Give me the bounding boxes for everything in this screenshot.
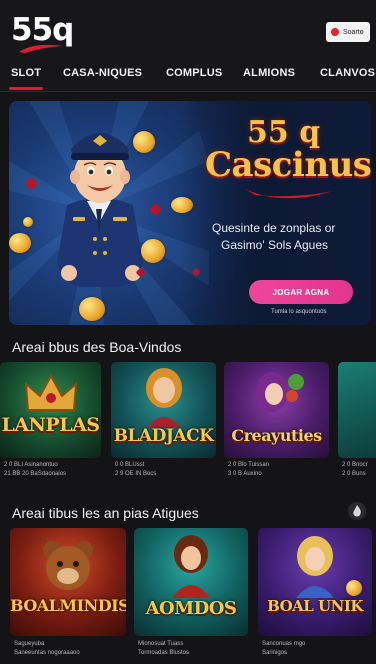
nav-item-casa-niques[interactable]: CASA-NIQUES	[63, 67, 142, 79]
bear-icon	[43, 541, 93, 590]
game-caption: 2 0 Bnocr	[342, 462, 368, 468]
game-caption: 2 0 Buns	[342, 471, 366, 477]
language-label: Soarto	[343, 28, 364, 36]
character-icon	[172, 535, 210, 598]
hero-subtitle-line2: Gasimo' Sols Agues	[221, 238, 329, 252]
game-card[interactable]: BOAL UNIK	[258, 528, 372, 636]
game-art	[338, 362, 376, 458]
nav-item-almions[interactable]: ALMIONS	[243, 67, 295, 79]
game-card[interactable]: LANPLAS	[0, 362, 101, 458]
hero-title-main: Cascinus	[205, 145, 371, 185]
game-title: LANPLAS	[1, 414, 100, 436]
language-selector[interactable]: Soarto	[326, 22, 370, 42]
coin-icon	[171, 197, 193, 213]
hero-swoosh-icon	[245, 189, 333, 199]
crown-icon	[24, 373, 78, 411]
coin-icon	[9, 233, 31, 253]
coin-icon	[23, 217, 33, 227]
game-caption: 2 0 Blo Tuissan	[228, 462, 270, 468]
category-nav: SLOT CASA-NIQUES COMPLUS ALMIONS CLANVOS	[0, 60, 376, 92]
game-caption: Sanconuas mgo	[262, 641, 306, 647]
hero-subtitle-line1: Quesinte de zonplas or	[212, 221, 336, 235]
logo-swoosh-icon	[19, 44, 63, 53]
brand-logo[interactable]: 55q	[11, 12, 74, 54]
coin-icon	[133, 131, 155, 153]
game-caption: 21 BB 20 BaSdaonaios	[4, 471, 67, 477]
game-card[interactable]: BOALMINDIS	[10, 528, 126, 636]
header: 55q Soarto	[0, 0, 376, 60]
game-title: BLADJACK	[113, 426, 214, 446]
section-title-classics: Areai tibus les an pias Atigues	[12, 505, 199, 521]
game-title: Creayuties	[231, 426, 322, 445]
game-caption: 2 0 BLI Asinanontuo	[4, 462, 58, 468]
game-caption: Sarinigos	[262, 650, 288, 656]
coin-icon	[346, 580, 362, 596]
game-caption: Mionosuat Tuass	[138, 641, 184, 647]
coin-icon	[141, 239, 165, 263]
game-card[interactable]: AOMDOS	[134, 528, 248, 636]
game-caption: 0 0 BLUsst	[115, 462, 145, 468]
coin-icon	[79, 297, 105, 321]
game-title: BOAL UNIK	[267, 597, 363, 615]
hero-banner[interactable]: 55 q Cascinus Quesinte de zonplas or Gas…	[9, 101, 371, 325]
game-caption: 2 9 OE IN Bocs	[115, 471, 157, 477]
cta-note: Tumla lo asquontuos	[271, 309, 327, 315]
flame-shape	[353, 505, 361, 517]
nav-item-complus[interactable]: COMPLUS	[166, 67, 222, 79]
section-title-welcome: Areai bbus des Boa-Vindos	[12, 339, 182, 355]
flag-icon	[331, 28, 339, 36]
nav-item-clanvos[interactable]: CLANVOS	[320, 67, 375, 79]
game-caption: Tormoadas Blustos	[138, 650, 190, 656]
fire-icon[interactable]	[348, 502, 366, 520]
character-icon	[296, 536, 334, 598]
game-caption: 3 0 B Auxino	[228, 471, 262, 477]
game-caption: Sagueyuba	[14, 641, 45, 647]
nav-item-slot[interactable]: SLOT	[8, 67, 44, 90]
game-card[interactable]: Creayuties	[224, 362, 329, 458]
character-icon	[146, 368, 182, 428]
game-card[interactable]	[338, 362, 376, 458]
game-caption: Saneeuntas nogoraaaoo	[14, 650, 80, 656]
game-title: AOMDOS	[145, 598, 237, 619]
game-card[interactable]: BLADJACK	[111, 362, 216, 458]
play-now-button[interactable]: JOGAR AGNA	[249, 280, 353, 304]
character-icon	[256, 372, 304, 412]
game-title: BOALMINDIS	[10, 596, 126, 615]
